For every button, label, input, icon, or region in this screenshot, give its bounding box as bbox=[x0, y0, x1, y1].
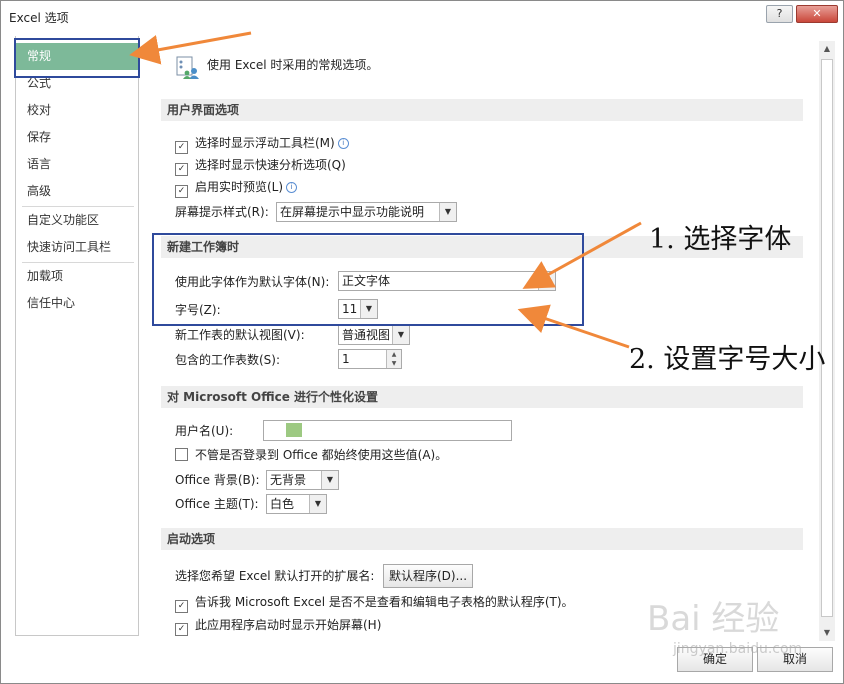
arrow-to-size bbox=[517, 304, 630, 349]
annotation-step1: 1. 选择字体 bbox=[649, 224, 792, 255]
annotation-step2: 2. 设置字号大小 bbox=[629, 344, 826, 375]
excel-options-window: Excel 选项 ? ✕ 常规 公式 校对 保存 语言 高级 自定义功能区 快速… bbox=[0, 0, 844, 684]
watermark-url: jingyan.baidu.com bbox=[673, 641, 803, 657]
arrow-to-general bbox=[129, 31, 252, 65]
arrow-to-font bbox=[522, 221, 642, 289]
watermark-logo: Bai 经验 bbox=[647, 599, 780, 639]
